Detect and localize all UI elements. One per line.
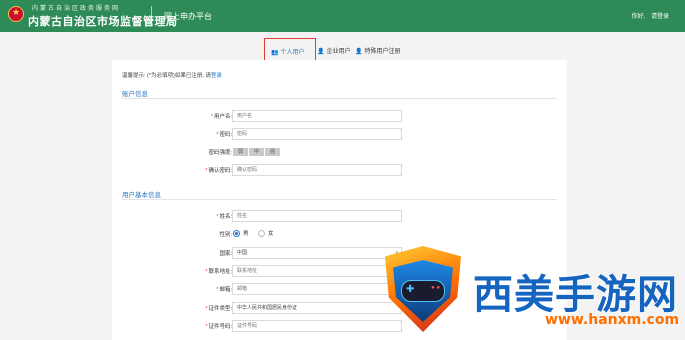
country-label: 国家: [219,251,232,257]
password-input[interactable] [232,128,402,140]
notice-prefix: 温馨提示: (*为必填项)如果已注册, 请 [122,73,211,79]
watermark-url: www.hanxm.com [545,312,680,328]
radio-label: 女 [268,231,274,237]
national-emblem-icon [8,6,24,22]
country-select[interactable]: 中国 ▾ [232,247,402,259]
confirm-password-row: *确认密码: [112,164,567,178]
org-title: 内蒙古自治区市场监督管理局 [28,16,178,28]
strength-strong: 强 [265,148,280,156]
idnum-input[interactable] [232,320,402,332]
tab-label: 个人用户 [280,50,305,56]
site-watermark: 西美手游网 www.hanxm.com [385,246,685,335]
address-label: *联系地址: [205,269,232,275]
user-icon: 👥 [271,50,279,56]
top-header: 内蒙古自治区政务服务网 内蒙古自治区市场监督管理局 网上申办平台 你好, 请登录 [0,0,685,32]
radio-selected-icon [233,230,240,238]
username-label: *用户名: [210,114,232,120]
confirm-password-label: *确认密码: [205,168,232,174]
header-divider [151,6,152,26]
gender-male-radio[interactable]: 男 [233,229,249,238]
radio-label: 男 [243,231,249,237]
address-input[interactable] [232,265,402,277]
gender-row: 性别: 男 女 [112,228,567,242]
platform-title: 网上申办平台 [164,12,212,21]
password-row: *密码: [112,128,567,142]
section-basic-title: 用户基本信息 [122,192,161,199]
strength-medium: 中 [249,148,264,156]
password-label: *密码: [216,132,232,138]
tab-label: 企业用户 [326,49,351,55]
idnum-label: *证件号码: [205,324,232,330]
gender-label: 性别: [219,232,232,238]
username-row: *用户名: [112,110,567,124]
idtype-value: 中华人民共和国居民身份证 [237,305,298,311]
idtype-select[interactable]: 中华人民共和国居民身份证 [232,302,402,314]
name-label: *姓名: [216,214,232,220]
notice-text: 温馨提示: (*为必填项)如果已注册, 请登录 [122,71,222,79]
section-account-title: 账户信息 [122,91,148,98]
login-link[interactable]: 请登录 [651,14,669,20]
strength-label: 密码强度: [208,150,232,156]
email-label: *邮箱: [216,287,232,293]
password-strength-meter: 弱 中 强 [233,148,281,157]
confirm-password-input[interactable] [232,164,402,176]
login-link[interactable]: 登录 [211,73,222,79]
tab-label: 特殊用户注册 [364,49,401,55]
idtype-label: *证件类型: [205,306,232,312]
strength-weak: 弱 [233,148,248,156]
section-divider [122,98,557,99]
org-subtitle: 内蒙古自治区政务服务网 [32,6,121,12]
greeting-text: 你好, [631,14,646,20]
user-area: 你好, 请登录 [628,11,669,20]
username-input[interactable] [232,110,402,122]
email-input[interactable] [232,283,402,295]
name-input[interactable] [232,210,402,222]
user-icon: 👤 [355,49,363,55]
password-strength-row: 密码强度: 弱 中 强 [112,146,567,160]
section-divider [122,199,557,200]
name-row: *姓名: [112,210,567,224]
gamepad-icon [401,280,445,302]
country-value: 中国 [237,250,248,256]
gender-female-radio[interactable]: 女 [258,229,274,238]
radio-unselected-icon [258,230,265,238]
user-icon: 👤 [317,49,325,55]
